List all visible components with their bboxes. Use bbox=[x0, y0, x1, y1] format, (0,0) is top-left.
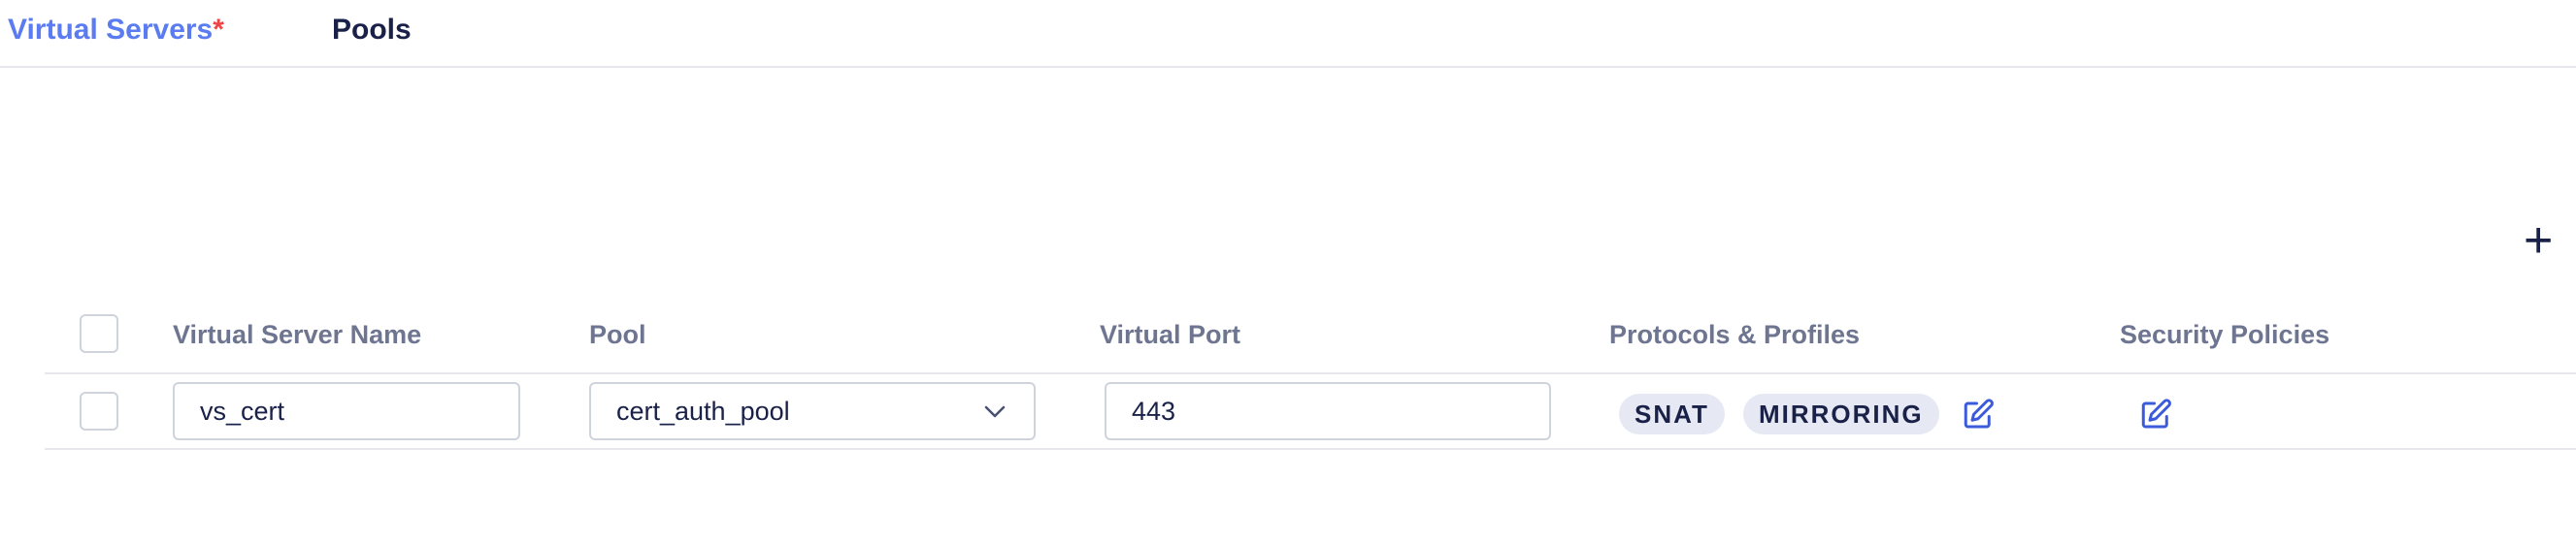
tab-pools[interactable]: Pools bbox=[332, 14, 412, 47]
profile-badge-mirroring: MIRRORING bbox=[1743, 394, 1939, 434]
header-security-policies: Security Policies bbox=[2120, 320, 2330, 349]
required-asterisk: * bbox=[213, 14, 224, 46]
virtual-server-name-input[interactable]: vs_cert bbox=[173, 382, 520, 440]
profile-badge-snat: SNAT bbox=[1619, 394, 1725, 434]
pool-selected-value: cert_auth_pool bbox=[616, 397, 790, 426]
add-button[interactable]: + bbox=[2524, 215, 2553, 266]
tab-label: Pools bbox=[332, 14, 412, 46]
header-divider bbox=[45, 372, 2576, 374]
tab-bar: Virtual Servers* Pools bbox=[0, 0, 2576, 68]
edit-icon[interactable] bbox=[1961, 398, 1996, 433]
header-pool: Pool bbox=[589, 320, 646, 349]
header-virtual-port: Virtual Port bbox=[1100, 320, 1241, 349]
row-divider bbox=[45, 448, 2576, 450]
edit-icon[interactable] bbox=[2138, 398, 2173, 433]
plus-icon: + bbox=[2524, 212, 2554, 269]
pool-select[interactable]: cert_auth_pool bbox=[589, 382, 1036, 440]
tab-label: Virtual Servers bbox=[8, 14, 214, 46]
tab-virtual-servers[interactable]: Virtual Servers* bbox=[8, 14, 224, 47]
chevron-down-icon bbox=[984, 405, 1006, 418]
header-protocols-profiles: Protocols & Profiles bbox=[1609, 320, 1861, 349]
header-virtual-server-name: Virtual Server Name bbox=[173, 320, 422, 349]
row-checkbox[interactable] bbox=[80, 392, 118, 431]
virtual-port-input[interactable]: 443 bbox=[1105, 382, 1551, 440]
select-all-checkbox[interactable] bbox=[80, 314, 118, 353]
